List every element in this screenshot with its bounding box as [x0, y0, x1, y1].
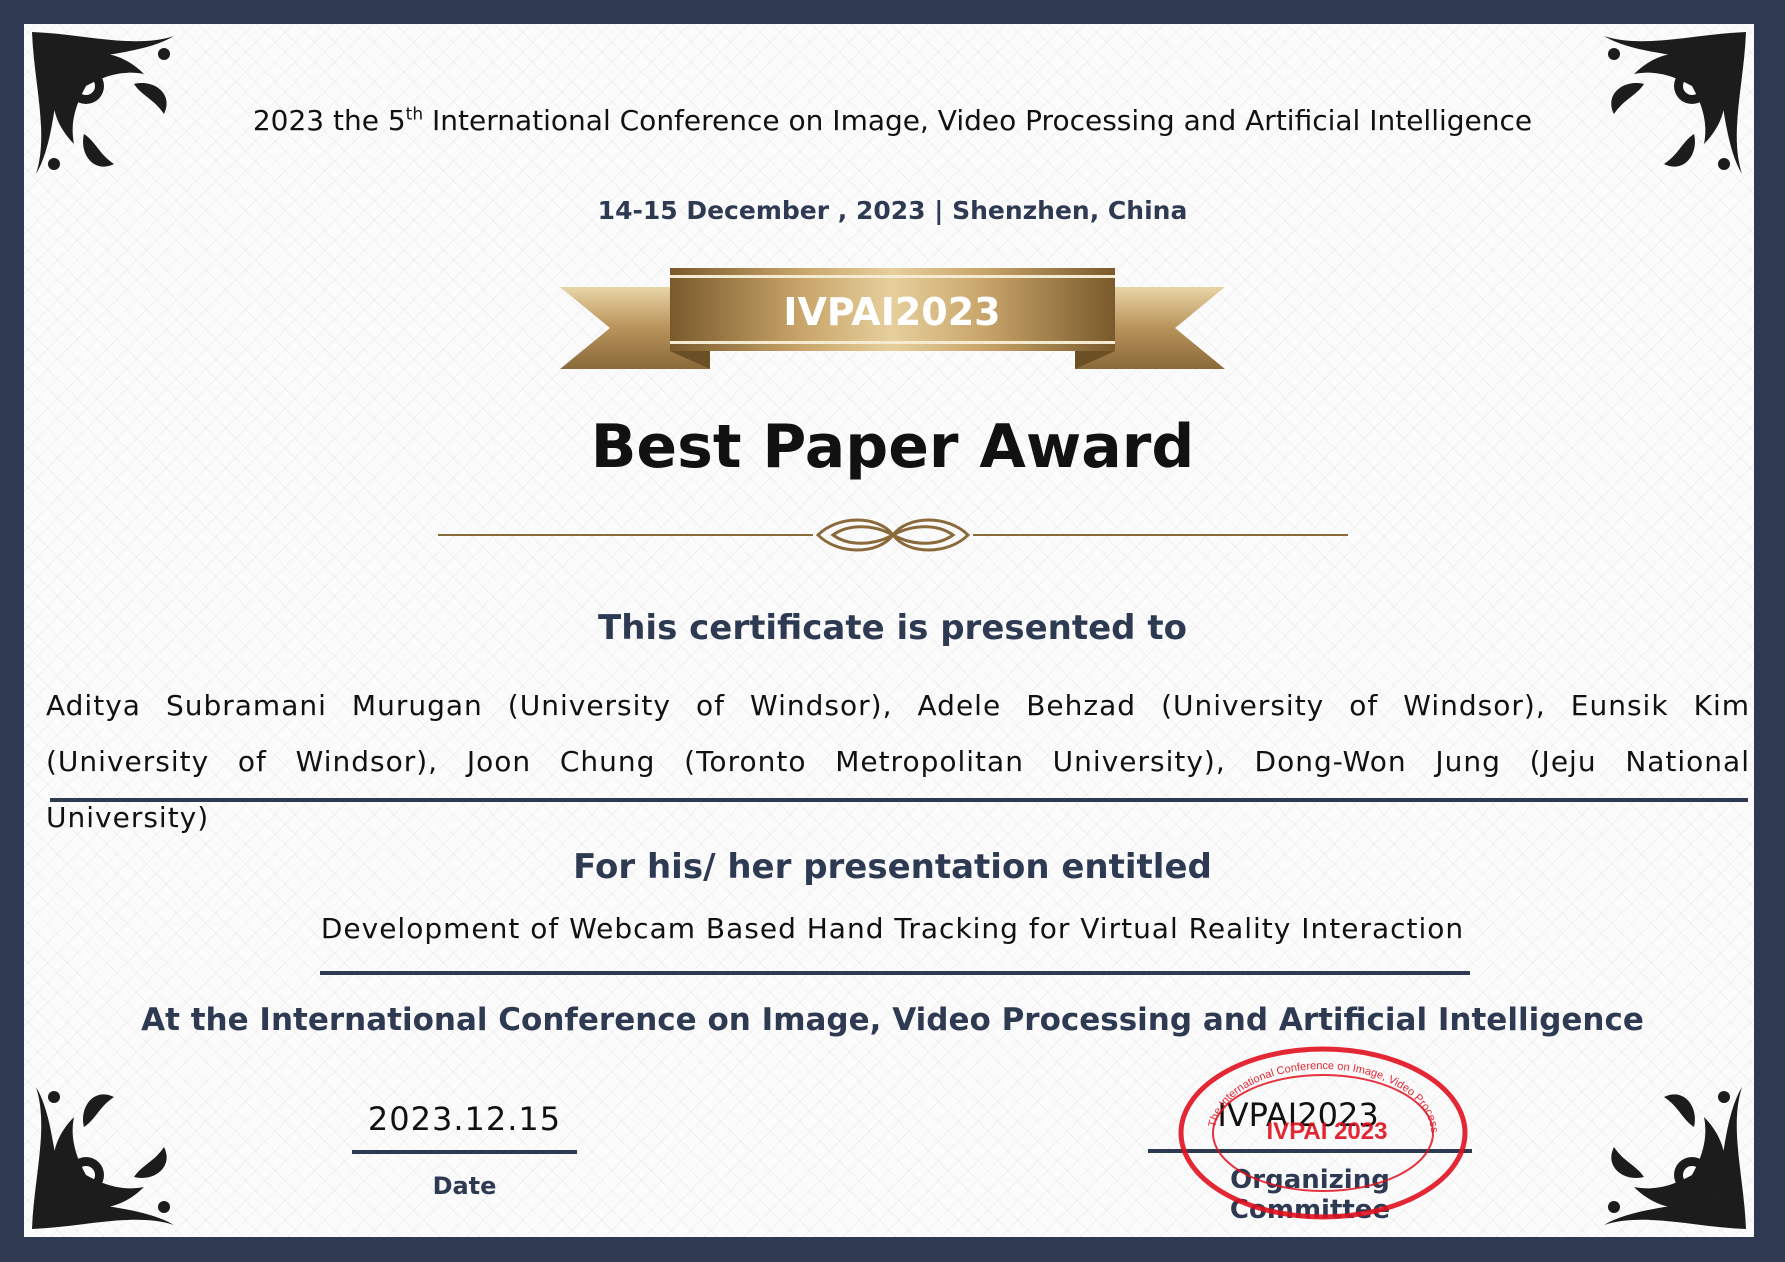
date-signature-line: [352, 1150, 577, 1154]
conference-title-sup: th: [405, 104, 424, 125]
award-title: Best Paper Award: [590, 412, 1195, 482]
recipients-text: Aditya Subramani Murugan (University of …: [46, 689, 1750, 834]
conference-title-post: International Conference on Image, Video…: [423, 104, 1533, 137]
seal-center-text: IVPAI 2023: [1267, 1118, 1388, 1145]
ornamental-divider: [438, 518, 1348, 552]
conference-title: 2023 the 5th International Conference on…: [0, 104, 1785, 137]
presentation-label: For his/ her presentation entitled: [573, 847, 1212, 887]
ribbon-banner: IVPAI2023: [560, 268, 1225, 369]
paper-title: Development of Webcam Based Hand Trackin…: [320, 912, 1465, 945]
conference-dates: 14-15 December , 2023 | Shenzhen, China: [597, 196, 1188, 225]
conference-name-label: At the International Conference on Image…: [141, 1002, 1644, 1038]
presented-label: This certificate is presented to: [598, 608, 1187, 648]
ribbon-label: IVPAI2023: [783, 290, 1000, 334]
divider-line: [50, 798, 1748, 802]
official-seal-stamp: The International Conference on Image, V…: [1175, 1045, 1468, 1220]
corner-ornament-icon: [1604, 1087, 1746, 1229]
date-label: Date: [432, 1172, 497, 1200]
corner-ornament-icon: [32, 1087, 174, 1229]
date-value: 2023.12.15: [367, 1100, 562, 1138]
divider-line: [320, 971, 1470, 975]
conference-title-pre: 2023 the 5: [252, 104, 406, 137]
